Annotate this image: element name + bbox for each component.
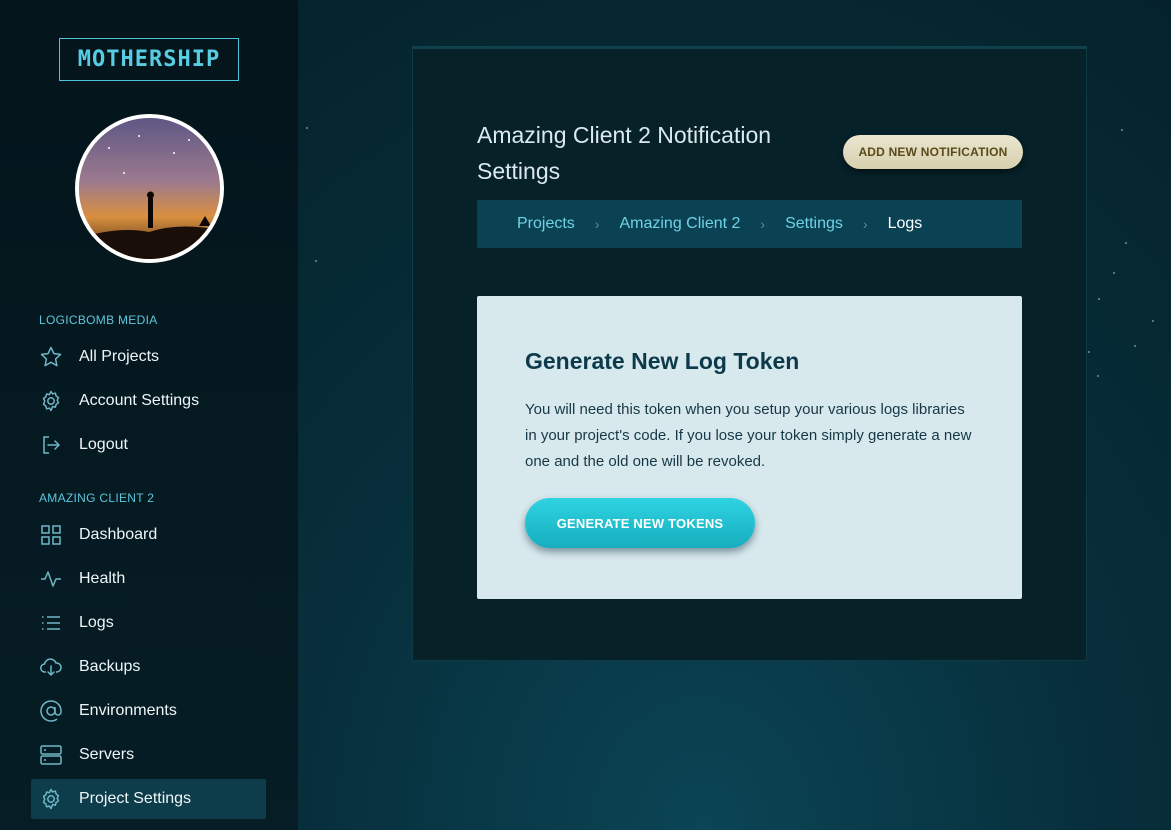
- main-panel: Amazing Client 2 Notification Settings A…: [412, 46, 1087, 661]
- sidebar-item-project-settings[interactable]: Project Settings: [31, 779, 266, 819]
- sidebar-item-label: Logs: [79, 614, 114, 631]
- generate-tokens-button[interactable]: GENERATE NEW TOKENS: [525, 498, 755, 548]
- avatar-image: [79, 118, 220, 259]
- sidebar-item-logout[interactable]: Logout: [31, 425, 266, 465]
- sidebar-item-logs[interactable]: Logs: [31, 603, 266, 643]
- list-icon: [39, 611, 63, 635]
- sidebar-item-label: Health: [79, 570, 126, 587]
- sidebar-item-label: Environments: [79, 702, 177, 719]
- sidebar-item-all-projects[interactable]: All Projects: [31, 337, 266, 377]
- gear-icon: [39, 787, 63, 811]
- log-token-card: Generate New Log Token You will need thi…: [477, 296, 1022, 599]
- sidebar-item-environments[interactable]: Environments: [31, 691, 266, 731]
- breadcrumb-link-client[interactable]: Amazing Client 2: [619, 215, 740, 233]
- logout-icon: [39, 433, 63, 457]
- gear-icon: [39, 389, 63, 413]
- sidebar: MOTHERSHIP LOGICBOMB MEDIA All Projects …: [0, 0, 298, 830]
- sidebar-item-label: Backups: [79, 658, 141, 675]
- mothership-logo[interactable]: MOTHERSHIP: [59, 38, 239, 81]
- section-title-org: LOGICBOMB MEDIA: [39, 313, 158, 327]
- sidebar-item-dashboard[interactable]: Dashboard: [31, 515, 266, 555]
- breadcrumb-link-projects[interactable]: Projects: [517, 215, 575, 233]
- star-icon: [39, 345, 63, 369]
- at-icon: [39, 699, 63, 723]
- grid-icon: [39, 523, 63, 547]
- card-description: You will need this token when you setup …: [525, 401, 972, 470]
- sidebar-item-label: Servers: [79, 746, 135, 763]
- sidebar-item-label: Logout: [79, 436, 128, 453]
- chevron-right-icon: ›: [760, 216, 766, 232]
- sidebar-item-label: Project Settings: [79, 790, 192, 807]
- pulse-icon: [39, 567, 63, 591]
- breadcrumb: Projects › Amazing Client 2 › Settings ›…: [477, 200, 1022, 248]
- server-icon: [39, 743, 63, 767]
- sidebar-item-label: Dashboard: [79, 526, 158, 543]
- avatar[interactable]: [75, 114, 224, 263]
- sidebar-item-account-settings[interactable]: Account Settings: [31, 381, 266, 421]
- chevron-right-icon: ›: [862, 216, 868, 232]
- breadcrumb-current: Logs: [887, 215, 923, 232]
- page-title: Amazing Client 2 Notification Settings: [477, 122, 772, 184]
- sidebar-item-backups[interactable]: Backups: [31, 647, 266, 687]
- add-notification-button[interactable]: ADD NEW NOTIFICATION: [843, 135, 1023, 169]
- sidebar-item-health[interactable]: Health: [31, 559, 266, 599]
- sidebar-item-label: All Projects: [79, 348, 160, 365]
- breadcrumb-link-settings[interactable]: Settings: [785, 215, 843, 233]
- sidebar-item-label: Account Settings: [79, 392, 200, 409]
- chevron-right-icon: ›: [594, 216, 600, 232]
- cloud-download-icon: [39, 655, 63, 679]
- sidebar-item-servers[interactable]: Servers: [31, 735, 266, 775]
- section-title-project: AMAZING CLIENT 2: [39, 491, 155, 505]
- card-title: Generate New Log Token: [525, 348, 800, 374]
